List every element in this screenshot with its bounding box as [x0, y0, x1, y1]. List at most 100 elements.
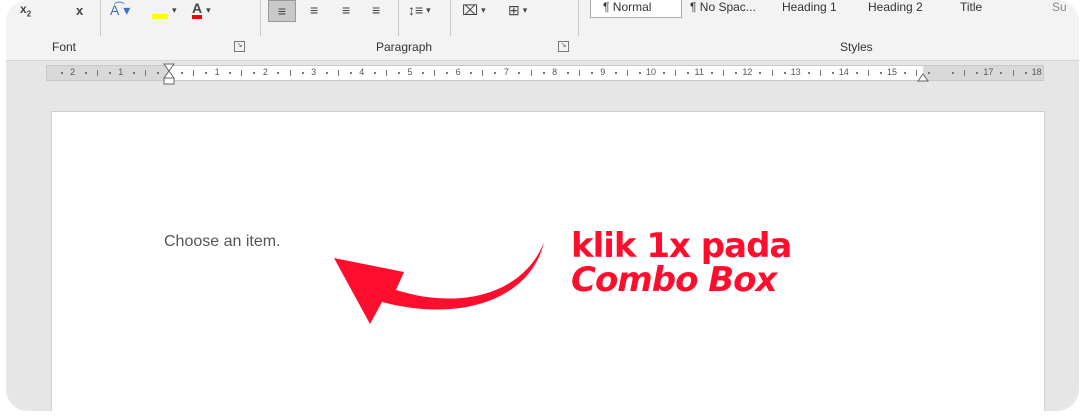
style-title[interactable]: Title — [960, 0, 982, 18]
group-label-styles: Styles — [840, 40, 873, 54]
ruler-tick — [735, 72, 738, 74]
ruler-tick — [638, 72, 641, 74]
shading-button[interactable]: ⌧ ▾ — [462, 0, 486, 20]
ruler-tick — [867, 70, 869, 76]
ruler-label: 14 — [838, 67, 849, 77]
ruler-label: 15 — [886, 67, 898, 77]
ruler-tick — [1000, 72, 1003, 74]
ruler-tick — [193, 70, 195, 76]
ruler-label: 11 — [694, 67, 704, 77]
ruler-tick — [434, 70, 436, 76]
red-arrow-icon — [334, 242, 544, 324]
annotation-line-2: Combo Box — [571, 260, 777, 300]
line-spacing-button[interactable]: ↕≡ ▾ — [408, 0, 431, 20]
ruler-tick — [831, 72, 834, 74]
font-color-button[interactable]: A ▾ — [192, 0, 211, 20]
right-indent-marker-icon[interactable] — [917, 70, 929, 82]
ruler-tick — [470, 72, 473, 74]
ruler-label: 10 — [645, 67, 657, 77]
style-no-spacing[interactable]: ¶ No Spac... — [690, 0, 756, 18]
combo-box-content-control[interactable]: Choose an item. — [164, 233, 281, 251]
ruler-label: 17 — [983, 67, 994, 77]
ruler-tick — [422, 72, 425, 74]
ruler-tick — [337, 70, 339, 76]
ruler-tick — [277, 72, 280, 74]
ruler-tick — [626, 70, 628, 76]
divider — [398, 0, 399, 36]
style-heading-2[interactable]: Heading 2 — [868, 0, 923, 18]
ruler-tick — [1012, 70, 1014, 76]
divider — [100, 0, 101, 36]
indent-marker-icon[interactable] — [163, 63, 175, 85]
ruler-tick — [289, 70, 291, 76]
ruler-tick — [952, 72, 955, 74]
font-dialog-launcher-icon[interactable]: ↘ — [234, 41, 245, 52]
borders-button[interactable]: ⊞ ▾ — [508, 0, 527, 20]
ruler-tick — [482, 70, 484, 76]
ruler-tick — [181, 72, 184, 74]
ruler-tick — [759, 72, 762, 74]
ruler-tick — [771, 70, 773, 76]
annotation-text: klik 1x pada Combo Box — [571, 226, 792, 300]
ruler-tick — [904, 72, 907, 74]
ruler-label: 12 — [742, 67, 753, 77]
ruler-tick — [349, 72, 352, 74]
align-left-button[interactable]: ≡ — [268, 0, 296, 22]
divider — [578, 0, 579, 36]
divider — [260, 0, 261, 36]
ruler-tick — [976, 72, 979, 74]
ruler-tick — [566, 72, 569, 74]
ruler-tick — [156, 72, 159, 74]
ruler-label: 7 — [503, 67, 509, 77]
ruler-tick — [1024, 72, 1027, 74]
style-normal[interactable]: ¶ Normal — [590, 0, 682, 18]
paragraph-dialog-launcher-icon[interactable]: ↘ — [558, 41, 569, 52]
ruler-tick — [132, 72, 135, 74]
annotation-line-1: klik 1x pada — [571, 226, 792, 266]
ruler-tick — [723, 70, 725, 76]
ruler-tick — [518, 72, 521, 74]
ruler-tick — [108, 72, 111, 74]
style-subtitle[interactable]: Su — [1052, 0, 1067, 18]
word-window: x2 x A͡ ▾ ▾ A ▾ ≡ ≡ ≡ ≡ ↕≡ ▾ ⌧ ▾ ⊞ ▾ ¶ No… — [6, 0, 1079, 411]
align-right-button[interactable]: ≡ — [342, 0, 350, 20]
ruler-label: 8 — [552, 67, 558, 77]
ruler-tick — [84, 72, 87, 74]
subscript-button[interactable]: x2 — [20, 0, 31, 20]
ruler-tick — [373, 72, 376, 74]
justify-button[interactable]: ≡ — [372, 0, 380, 20]
ruler-tick — [385, 70, 387, 76]
ruler-tick — [783, 72, 786, 74]
ruler-label: 2 — [262, 67, 268, 77]
ruler-tick — [229, 72, 232, 74]
ruler-tick — [60, 72, 63, 74]
superscript-button[interactable]: x — [76, 0, 83, 20]
ruler-label: 5 — [407, 67, 413, 77]
highlight-color-button[interactable]: ▾ — [152, 0, 177, 20]
ruler-label: 9 — [600, 67, 606, 77]
ruler-tick — [675, 70, 677, 76]
ruler-tick — [542, 72, 545, 74]
text-effects-icon[interactable]: A͡ ▾ — [110, 0, 130, 20]
ruler-tick — [663, 72, 666, 74]
ruler-tick — [325, 72, 328, 74]
ruler-tick — [819, 70, 821, 76]
ruler-tick — [96, 70, 98, 76]
ruler-tick — [879, 72, 882, 74]
ruler-tick — [144, 70, 146, 76]
ruler-tick — [855, 72, 858, 74]
ruler-tick — [687, 72, 690, 74]
ruler-label: 13 — [790, 67, 801, 77]
ruler-label: 3 — [311, 67, 317, 77]
horizontal-ruler[interactable]: 2 1 1 2 3 4 5 6 7 8 9 10 11 12 13 14 15 17 18 — [46, 63, 1044, 85]
ruler-label: 6 — [455, 67, 461, 77]
ruler-tick — [205, 72, 208, 74]
font-color-icon: A — [192, 1, 203, 19]
ruler-tick — [807, 72, 810, 74]
document-page[interactable] — [51, 111, 1045, 411]
ribbon: x2 x A͡ ▾ ▾ A ▾ ≡ ≡ ≡ ≡ ↕≡ ▾ ⌧ ▾ ⊞ ▾ ¶ No… — [6, 0, 1079, 61]
style-heading-1[interactable]: Heading 1 — [782, 0, 837, 18]
ruler-tick — [301, 72, 304, 74]
center-button[interactable]: ≡ — [310, 0, 318, 20]
highlighter-icon — [152, 2, 168, 19]
